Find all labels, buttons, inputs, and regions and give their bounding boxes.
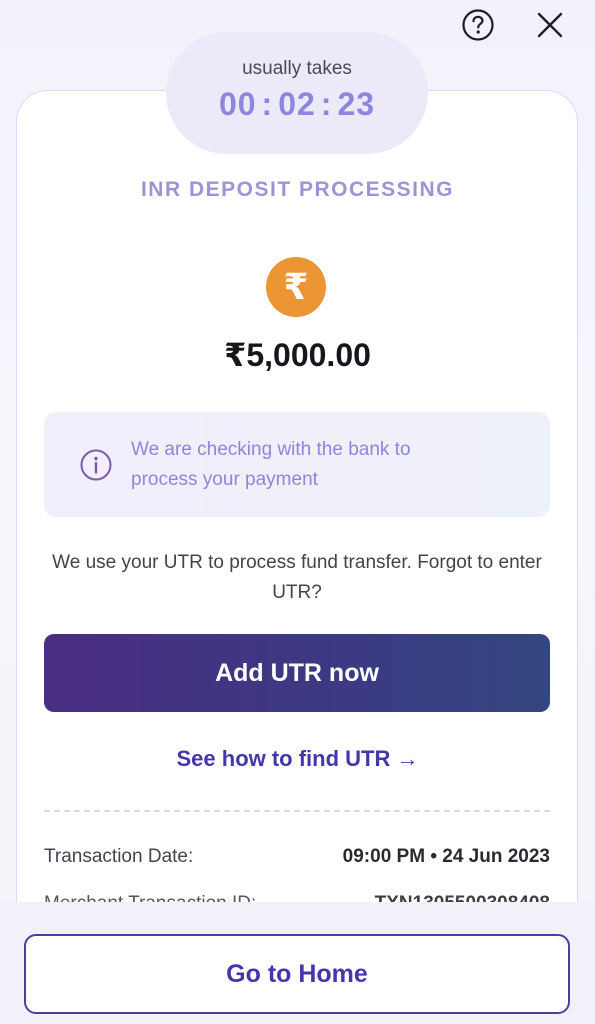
dashed-divider <box>44 810 550 812</box>
question-circle-icon[interactable] <box>461 8 495 42</box>
info-banner: We are checking with the bank to process… <box>44 412 550 517</box>
timer-pill: usually takes 00:02:23 <box>166 32 428 154</box>
transaction-date-label: Transaction Date: <box>44 846 194 867</box>
transaction-date-value: 09:00 PM • 24 Jun 2023 <box>342 846 550 867</box>
add-utr-button[interactable]: Add UTR now <box>44 634 550 712</box>
timer-separator: : <box>261 86 274 122</box>
transaction-date-row: Transaction Date: 09:00 PM • 24 Jun 2023 <box>44 846 550 868</box>
find-utr-link[interactable]: See how to find UTR → <box>0 746 595 772</box>
page-title: INR DEPOSIT PROCESSING <box>140 178 455 201</box>
rupee-coin-icon: ₹ <box>266 257 326 317</box>
timer-label: usually takes <box>242 58 352 79</box>
timer-value: 00:02:23 <box>166 86 428 123</box>
timer-minutes: 02 <box>278 86 316 122</box>
deposit-amount: ₹5,000.00 <box>224 337 371 373</box>
info-circle-icon <box>79 448 113 482</box>
info-text: We are checking with the bank to process… <box>131 438 411 490</box>
timer-hours: 00 <box>218 86 257 122</box>
timer-seconds: 23 <box>337 86 376 122</box>
header-actions <box>461 8 567 42</box>
go-home-button[interactable]: Go to Home <box>24 934 570 1014</box>
close-icon[interactable] <box>533 8 567 42</box>
timer-separator: : <box>320 86 333 122</box>
utr-note: We use your UTR to process fund transfer… <box>52 552 542 603</box>
